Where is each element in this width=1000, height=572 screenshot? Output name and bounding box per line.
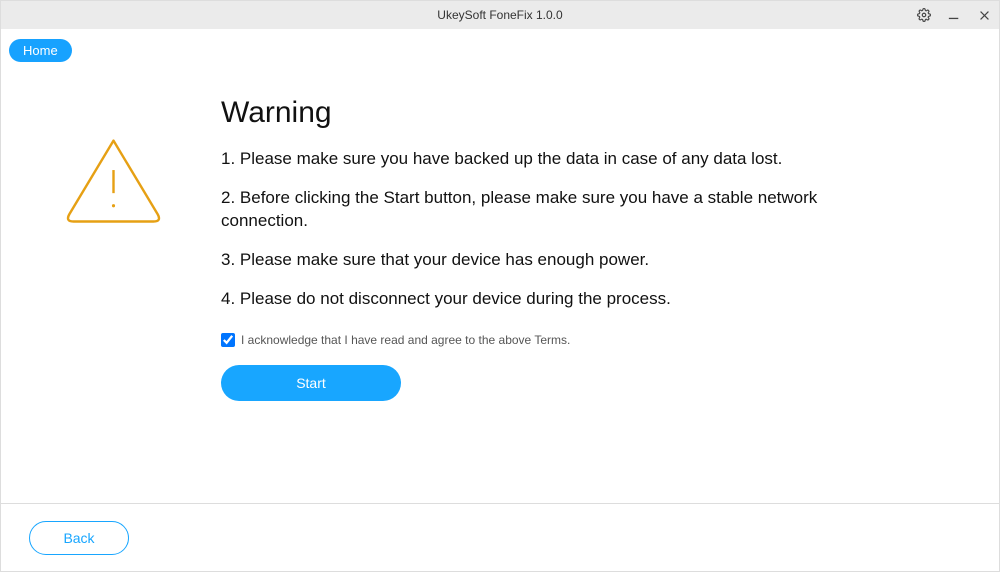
tab-row: Home (1, 29, 999, 62)
warning-item-1: 1. Please make sure you have backed up t… (221, 148, 841, 171)
warning-item-4: 4. Please do not disconnect your device … (221, 288, 841, 311)
titlebar: UkeySoft FoneFix 1.0.0 (1, 1, 999, 29)
window-controls (915, 1, 993, 29)
acknowledge-checkbox[interactable] (221, 333, 235, 347)
warning-item-2: 2. Before clicking the Start button, ple… (221, 187, 841, 233)
warning-item-3: 3. Please make sure that your device has… (221, 249, 841, 272)
warning-heading: Warning (221, 96, 841, 130)
tab-home[interactable]: Home (9, 39, 72, 62)
close-icon[interactable] (975, 6, 993, 24)
main-content: Warning 1. Please make sure you have bac… (1, 62, 999, 503)
app-title: UkeySoft FoneFix 1.0.0 (437, 8, 562, 22)
back-button[interactable]: Back (29, 521, 129, 555)
footer: Back (1, 503, 999, 571)
warning-triangle-icon (61, 132, 166, 227)
acknowledge-label: I acknowledge that I have read and agree… (241, 333, 570, 347)
minimize-icon[interactable] (945, 6, 963, 24)
start-button[interactable]: Start (221, 365, 401, 401)
warning-icon-container (61, 96, 221, 503)
gear-icon[interactable] (915, 6, 933, 24)
warning-text-column: Warning 1. Please make sure you have bac… (221, 96, 841, 503)
acknowledge-row[interactable]: I acknowledge that I have read and agree… (221, 333, 841, 347)
